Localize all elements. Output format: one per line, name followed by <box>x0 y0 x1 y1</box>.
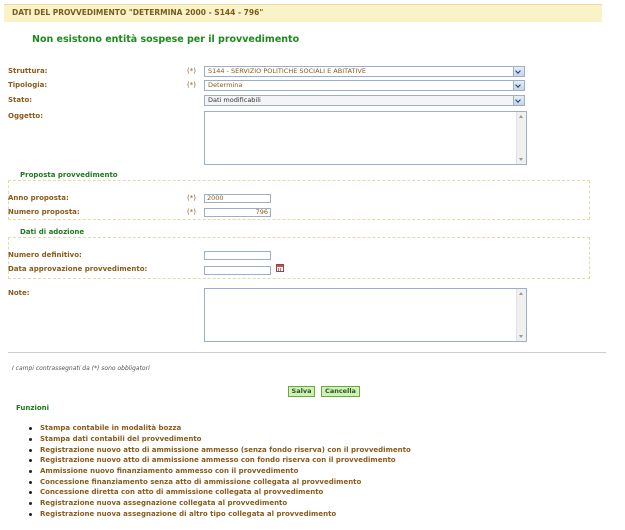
function-link[interactable]: Registrazione nuova assegnazione collega… <box>40 499 287 507</box>
scroll-up-icon[interactable] <box>519 115 523 118</box>
bullet-icon <box>29 502 32 505</box>
function-link[interactable]: Registrazione nuova assegnazione di altr… <box>40 510 336 518</box>
function-link[interactable]: Stampa contabile in modalità bozza <box>40 424 181 432</box>
bullet-icon <box>29 459 32 462</box>
stato-select[interactable]: Dati modificabili <box>204 95 525 106</box>
stato-value: Dati modificabili <box>208 96 261 104</box>
bullet-icon <box>29 491 32 494</box>
struttura-required-mark: (*) <box>187 67 196 75</box>
scrollbar[interactable] <box>516 289 526 341</box>
chevron-down-icon[interactable] <box>513 81 524 90</box>
note-textarea[interactable] <box>204 288 527 342</box>
calendar-icon[interactable] <box>276 264 284 272</box>
function-link[interactable]: Concessione finanziamento senza atto di … <box>40 478 361 486</box>
function-link[interactable]: Stampa dati contabili del provvedimento <box>40 435 201 443</box>
scroll-down-icon[interactable] <box>519 158 523 161</box>
bullet-icon <box>29 470 32 473</box>
numero-proposta-label: Numero proposta: <box>8 208 80 216</box>
page-title: DATI DEL PROVVEDIMENTO "DETERMINA 2000 -… <box>12 8 264 17</box>
numero-definitivo-input[interactable] <box>204 251 271 260</box>
data-approvazione-input[interactable] <box>204 266 271 275</box>
tipologia-label: Tipologia: <box>8 81 48 89</box>
numero-proposta-input[interactable]: 796 <box>204 208 271 217</box>
function-link[interactable]: Ammissione nuovo finanziamento ammesso c… <box>40 467 298 475</box>
bullet-icon <box>29 513 32 516</box>
data-approvazione-label: Data approvazione provvedimento: <box>8 265 148 273</box>
anno-proposta-input[interactable]: 2000 <box>204 194 271 203</box>
scroll-up-icon[interactable] <box>519 292 523 295</box>
bullet-icon <box>29 438 32 441</box>
bullet-icon <box>29 427 32 430</box>
required-fields-note: I campi contrassegnati da (*) sono obbli… <box>12 365 150 372</box>
struttura-value: S144 - SERVIZIO POLITICHE SOCIALI E ABIT… <box>208 67 366 75</box>
struttura-label: Struttura: <box>8 67 48 75</box>
divider <box>8 352 606 353</box>
scroll-down-icon[interactable] <box>519 335 523 338</box>
functions-title: Funzioni <box>16 404 50 412</box>
bullet-icon <box>29 481 32 484</box>
numero-definitivo-label: Numero definitivo: <box>8 251 82 259</box>
oggetto-label: Oggetto: <box>8 112 44 120</box>
tipologia-select[interactable]: Determina <box>204 80 525 91</box>
function-link[interactable]: Registrazione nuovo atto di ammissione a… <box>40 446 411 454</box>
proposta-section-title: Proposta provvedimento <box>20 171 118 179</box>
scrollbar[interactable] <box>516 112 526 164</box>
numero-required-mark: (*) <box>187 208 196 216</box>
stato-label: Stato: <box>8 96 33 104</box>
oggetto-textarea[interactable] <box>204 111 527 165</box>
struttura-select[interactable]: S144 - SERVIZIO POLITICHE SOCIALI E ABIT… <box>204 66 525 77</box>
proposta-fieldset <box>8 180 590 220</box>
note-label: Note: <box>8 289 30 297</box>
chevron-down-icon[interactable] <box>513 96 524 105</box>
function-link[interactable]: Registrazione nuovo atto di ammissione a… <box>40 456 396 464</box>
tipologia-required-mark: (*) <box>187 81 196 89</box>
function-link[interactable]: Concessione diretta con atto di ammissio… <box>40 488 323 496</box>
cancel-button[interactable]: Cancella <box>321 386 360 397</box>
adozione-section-title: Dati di adozione <box>20 228 85 236</box>
tipologia-value: Determina <box>208 81 243 89</box>
anno-proposta-label: Anno proposta: <box>8 194 69 202</box>
anno-required-mark: (*) <box>187 194 196 202</box>
bullet-icon <box>29 449 32 452</box>
save-button[interactable]: Salva <box>288 386 315 397</box>
chevron-down-icon[interactable] <box>513 67 524 76</box>
status-message: Non esistono entità sospese per il provv… <box>32 34 300 45</box>
